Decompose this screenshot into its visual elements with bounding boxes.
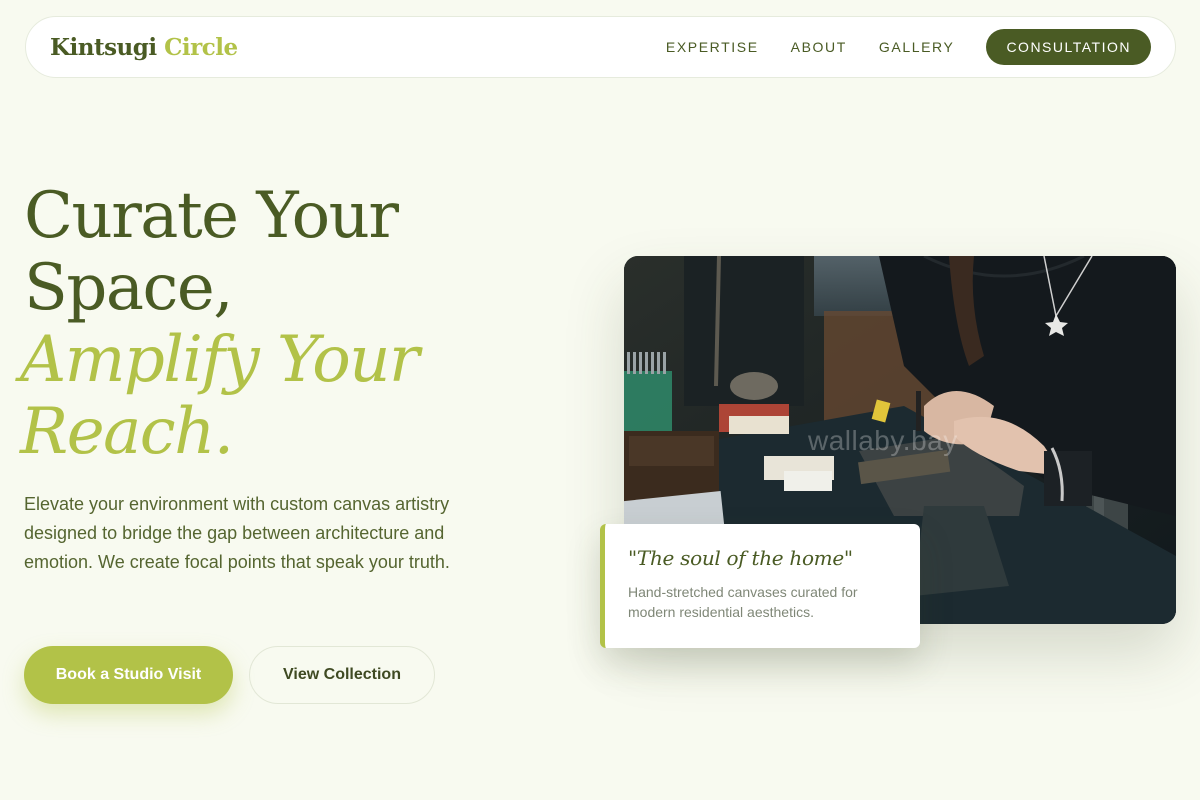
book-studio-visit-button[interactable]: Book a Studio Visit [24, 646, 233, 704]
brand-name-part1: Kintsugi [50, 33, 157, 61]
quote-card: "The soul of the home" Hand-stretched ca… [600, 524, 920, 648]
nav-link-expertise[interactable]: EXPERTISE [666, 39, 759, 55]
hero-headline: Curate Your Space, Amplify Your Reach. [20, 179, 584, 468]
view-collection-button[interactable]: View Collection [249, 646, 435, 704]
hero-line-4: Reach. [20, 395, 234, 469]
quote-card-title: "The soul of the home" [628, 546, 853, 570]
photo-watermark: wallaby.bay [808, 425, 958, 456]
hero-line-2: Space, [24, 251, 234, 325]
hero-line-1: Curate Your [24, 179, 399, 253]
nav-link-about[interactable]: ABOUT [791, 39, 847, 55]
nav-link-gallery[interactable]: GALLERY [879, 39, 955, 55]
hero-description: Elevate your environment with custom can… [24, 494, 450, 572]
nav-menu: EXPERTISE ABOUT GALLERY CONSULTATION [634, 29, 1151, 65]
quote-card-text: Hand-stretched canvases curated for mode… [628, 584, 858, 620]
brand-logo[interactable]: Kintsugi Circle [50, 34, 238, 61]
hero-line-3: Amplify Your [20, 323, 420, 397]
top-navbar: Kintsugi Circle EXPERTISE ABOUT GALLERY … [25, 16, 1176, 78]
brand-name-part2: Circle [164, 33, 238, 61]
consultation-button[interactable]: CONSULTATION [986, 29, 1151, 65]
